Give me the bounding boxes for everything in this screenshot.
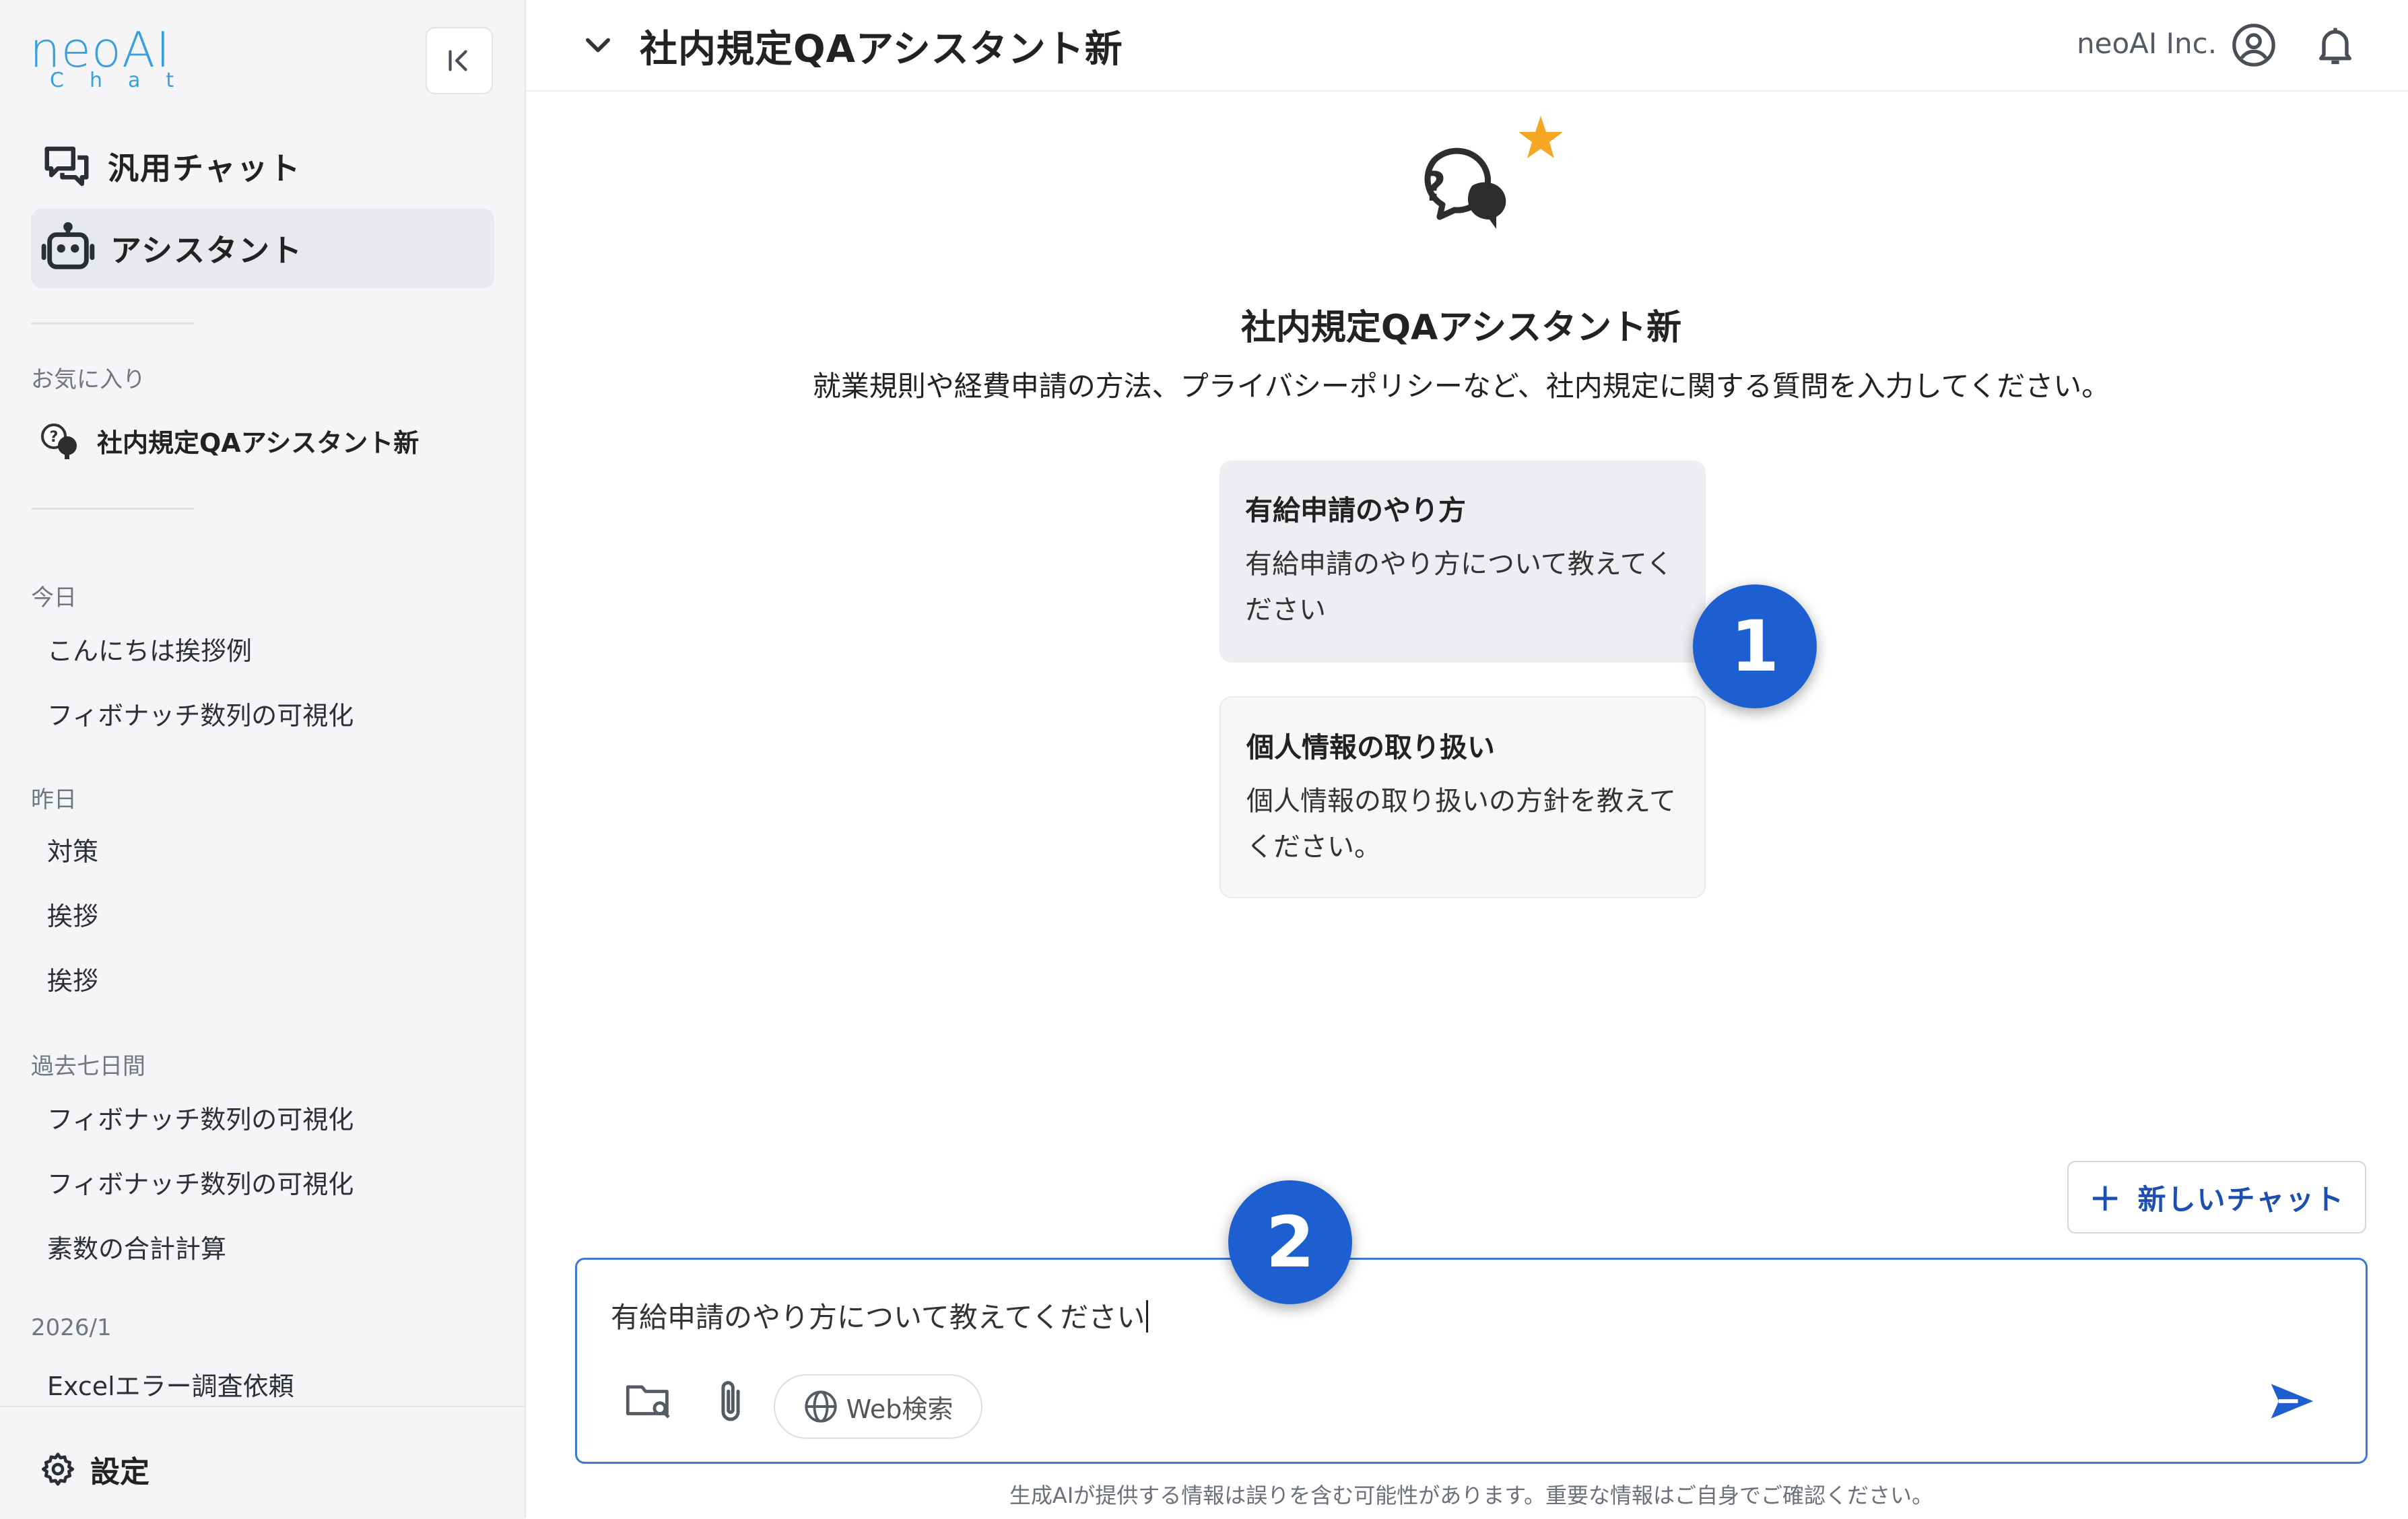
favorite-item[interactable]: ? 社内規定QAアシスタント新 — [38, 419, 419, 462]
svg-text:?: ? — [1423, 164, 1446, 211]
suggestion-body: 有給申請のやり方について教えてください — [1245, 549, 1673, 626]
suggestion-card[interactable]: 有給申請のやり方 有給申請のやり方について教えてください — [1219, 461, 1706, 663]
attach-file-button[interactable] — [712, 1378, 749, 1427]
history-group-label: 今日 — [31, 584, 77, 611]
step-badge: 1 — [1693, 584, 1817, 708]
svg-text:?: ? — [50, 429, 59, 446]
browse-files-button[interactable] — [624, 1380, 674, 1423]
collapse-sidebar-button[interactable] — [426, 27, 493, 94]
assistant-switcher-toggle[interactable] — [580, 27, 615, 65]
history-group-label: 2026/1 — [31, 1314, 112, 1341]
assistant-name: 社内規定QAアシスタント新 — [1240, 308, 1682, 348]
nav-item-assistant[interactable]: アシスタント — [31, 209, 494, 288]
history-group-label: 昨日 — [31, 786, 77, 813]
send-icon — [2271, 1384, 2314, 1419]
history-item[interactable]: 素数の合計計算 — [47, 1228, 226, 1265]
history-item[interactable]: フィボナッチ数列の可視化 — [47, 695, 354, 732]
nav-item-label: 汎用チャット — [108, 150, 302, 187]
message-input[interactable]: 有給申請のやり方について教えてください — [611, 1295, 1149, 1336]
settings-label: 設定 — [90, 1455, 149, 1489]
ai-disclaimer: 生成AIが提供する情報は誤りを含む可能性があります。重要な情報はご自身でご確認く… — [1009, 1483, 1934, 1508]
suggestion-card[interactable]: 個人情報の取り扱い 個人情報の取り扱いの方針を教えてください。 — [1219, 696, 1706, 898]
message-composer[interactable]: 有給申請のやり方について教えてください Web検索 — [575, 1258, 2368, 1464]
user-account-button[interactable] — [2230, 22, 2277, 71]
divider — [31, 323, 194, 325]
plus-icon: + — [2088, 1174, 2122, 1220]
logo-text: neoAI — [30, 22, 171, 78]
favorite-item-label: 社内規定QAアシスタント新 — [97, 428, 420, 458]
web-search-label: Web検索 — [846, 1394, 954, 1424]
message-input-value: 有給申請のやり方について教えてください — [611, 1301, 1145, 1334]
sidebar-footer: 設定 — [0, 1406, 525, 1519]
history-group-label: 過去七日間 — [31, 1053, 145, 1080]
favorites-heading: お気に入り — [31, 366, 145, 393]
text-caret — [1146, 1300, 1149, 1332]
user-circle-icon — [2232, 24, 2275, 67]
gear-icon — [41, 1452, 75, 1486]
paperclip-icon — [721, 1381, 740, 1421]
settings-button[interactable]: 設定 — [39, 1448, 149, 1491]
organization-name: neoAI Inc. — [2077, 27, 2217, 60]
logo-subtext: Chat — [50, 69, 200, 92]
assistant-avatar: ? — [1394, 112, 1569, 267]
divider — [31, 508, 194, 510]
history-item[interactable]: フィボナッチ数列の可視化 — [47, 1099, 354, 1136]
assistant-description: 就業規則や経費申請の方法、プライバシーポリシーなど、社内規定に関する質問を入力し… — [812, 370, 2110, 403]
history-item[interactable]: こんにちは挨拶例 — [47, 630, 252, 667]
suggestion-body: 個人情報の取り扱いの方針を教えてください。 — [1246, 786, 1676, 863]
nav-item-label: アシスタント — [110, 232, 304, 269]
new-chat-button[interactable]: + 新しいチャット — [2067, 1161, 2366, 1234]
web-search-toggle[interactable]: Web検索 — [774, 1374, 982, 1439]
send-button[interactable] — [2267, 1380, 2317, 1425]
suggestion-title: 有給申請のやり方 — [1245, 494, 1466, 527]
suggestion-title: 個人情報の取り扱い — [1246, 731, 1495, 764]
step-badge: 2 — [1228, 1180, 1352, 1304]
history-item[interactable]: 挨拶 — [47, 896, 98, 933]
page-title[interactable]: 社内規定QAアシスタント新 — [640, 19, 1123, 73]
new-chat-label: 新しいチャット — [2137, 1182, 2345, 1216]
history-item[interactable]: 挨拶 — [47, 960, 98, 997]
assistant-avatar-icon: ? — [41, 424, 77, 459]
chat-bubbles-icon — [44, 146, 89, 187]
neoai-chat-logo[interactable]: neoAI Chat — [30, 26, 185, 93]
bell-icon — [2319, 28, 2351, 65]
history-item[interactable]: Excelエラー調査依頼 — [47, 1365, 294, 1403]
globe-icon — [804, 1390, 837, 1423]
history-item[interactable]: 対策 — [47, 831, 98, 868]
folder-search-icon — [626, 1385, 670, 1419]
chevron-down-icon — [586, 38, 610, 53]
history-item[interactable]: フィボナッチ数列の可視化 — [47, 1163, 354, 1201]
collapse-left-icon — [448, 50, 467, 71]
assistant-avatar-icon: ? — [1423, 116, 1563, 229]
notifications-button[interactable] — [2312, 22, 2358, 71]
robot-icon — [41, 222, 95, 269]
nav-item-general-chat[interactable]: 汎用チャット — [31, 127, 494, 206]
star-icon — [1518, 116, 1563, 158]
sidebar: neoAI Chat 汎用チャット アシスタント お気に入り ? 社内規定QAア… — [0, 0, 526, 1519]
